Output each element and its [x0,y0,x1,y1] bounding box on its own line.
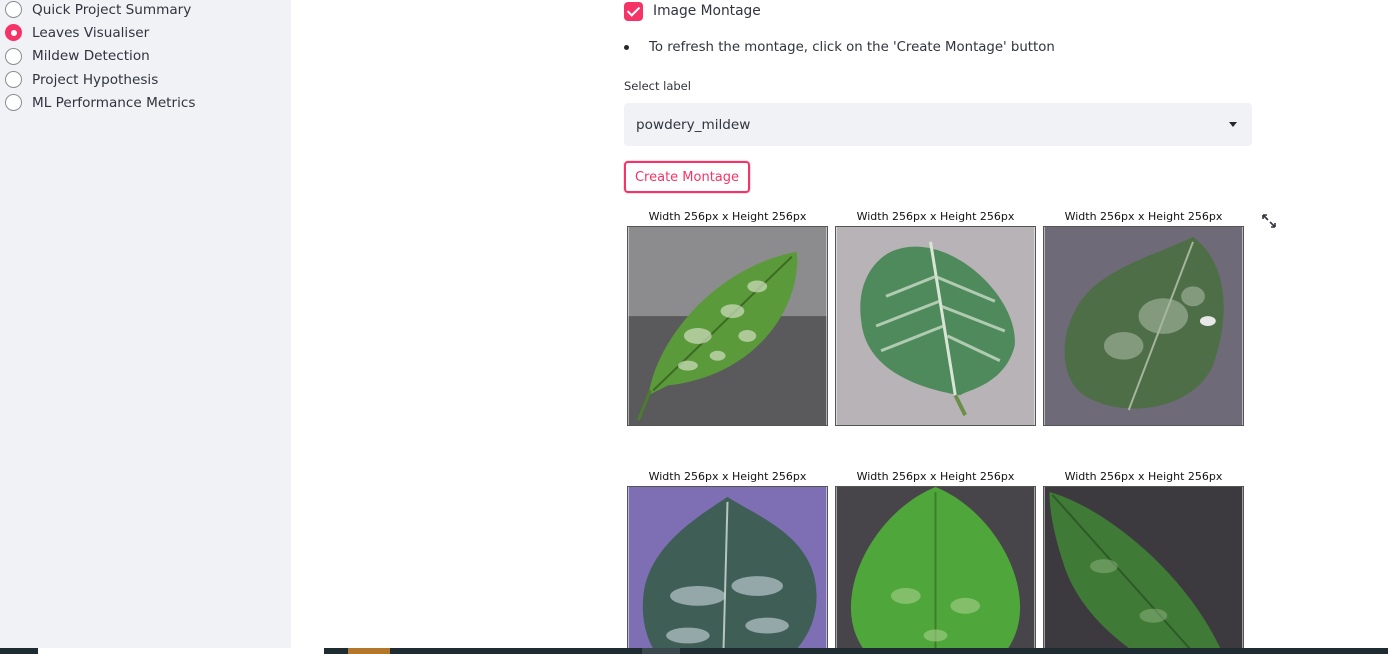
radio-option-quick-project-summary[interactable]: Quick Project Summary [5,0,195,21]
radio-option-project-hypothesis[interactable]: Project Hypothesis [5,68,195,91]
image-size-title: Width 256px x Height 256px [856,470,1015,483]
leaf-image [835,226,1036,426]
image-montage-checkbox-row[interactable]: Image Montage [624,0,761,22]
montage-cell: Width 256px x Height 256px [835,468,1036,648]
checkbox-label: Image Montage [653,3,761,19]
radio-label: Project Hypothesis [32,71,159,88]
leaf-image [1043,486,1244,648]
radio-label: Quick Project Summary [32,1,192,18]
main-content: Image Montage To refresh the montage, cl… [291,0,1388,648]
radio-option-leaves-visualiser[interactable]: Leaves Visualiser [5,21,195,44]
montage-cell: Width 256px x Height 256px [1043,208,1244,426]
sidebar: Quick Project Summary Leaves Visualiser … [0,0,291,648]
montage-cell: Width 256px x Height 256px [835,208,1036,426]
radio-circle[interactable] [5,94,22,112]
taskbar-app-icon[interactable] [348,648,390,654]
image-size-title: Width 256px x Height 256px [1064,210,1223,223]
montage-cell: Width 256px x Height 256px [627,208,828,426]
image-size-title: Width 256px x Height 256px [1064,470,1223,483]
taskbar-search-box[interactable] [38,648,324,654]
caret-down-icon[interactable] [1229,122,1237,127]
leaf-image [627,226,828,426]
instruction-bullet: To refresh the montage, click on the 'Cr… [624,40,1055,55]
page-navigation-radio: Quick Project Summary Leaves Visualiser … [5,0,195,114]
image-size-title: Width 256px x Height 256px [648,210,807,223]
bullet-dot [624,45,629,50]
radio-circle[interactable] [5,47,22,65]
radio-circle-selected[interactable] [5,24,22,42]
label-selectbox[interactable]: powdery_mildew [624,103,1252,146]
leaf-image [627,486,828,648]
radio-label: ML Performance Metrics [32,94,196,111]
radio-circle[interactable] [5,71,22,89]
instruction-text: To refresh the montage, click on the 'Cr… [649,40,1055,55]
radio-option-ml-performance-metrics[interactable]: ML Performance Metrics [5,91,195,114]
taskbar-app-icon[interactable] [642,648,680,654]
create-montage-button[interactable]: Create Montage [624,161,750,193]
image-size-title: Width 256px x Height 256px [648,470,807,483]
fullscreen-expand-icon[interactable] [1261,213,1277,229]
leaf-image [835,486,1036,648]
image-size-title: Width 256px x Height 256px [856,210,1015,223]
montage-cell: Width 256px x Height 256px [627,468,828,648]
image-montage: Width 256px x Height 256px Width 256px x… [627,208,1252,648]
montage-cell: Width 256px x Height 256px [1043,468,1244,648]
select-label: Select label [624,79,691,93]
radio-label: Mildew Detection [32,48,150,65]
radio-circle[interactable] [5,1,22,19]
selected-value: powdery_mildew [636,116,751,133]
leaf-image [1043,226,1244,426]
radio-label: Leaves Visualiser [32,24,150,41]
image-montage-checkbox[interactable] [624,1,643,21]
radio-option-mildew-detection[interactable]: Mildew Detection [5,45,195,68]
